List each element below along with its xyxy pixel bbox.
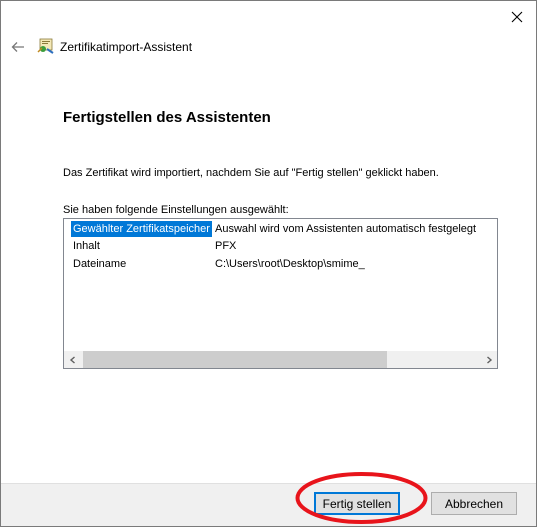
settings-listbox[interactable]: Gewählter Zertifikatspeicher Auswahl wir…: [63, 218, 498, 369]
finish-button[interactable]: Fertig stellen: [314, 492, 400, 515]
chevron-left-icon: [69, 355, 75, 364]
back-button[interactable]: [9, 38, 27, 56]
setting-value: PFX: [215, 240, 237, 252]
setting-value: C:\Users\root\Desktop\smime_: [215, 258, 365, 270]
close-button[interactable]: [506, 7, 528, 27]
cancel-button[interactable]: Abbrechen: [431, 492, 517, 515]
settings-label: Sie haben folgende Einstellungen ausgewä…: [63, 204, 289, 216]
page-heading: Fertigstellen des Assistenten: [63, 109, 271, 126]
back-arrow-icon: [11, 42, 24, 52]
setting-name: Dateiname: [73, 258, 127, 270]
close-icon: [511, 11, 523, 23]
setting-name: Inhalt: [73, 240, 100, 252]
horizontal-scrollbar[interactable]: [64, 351, 497, 368]
scroll-thumb[interactable]: [83, 351, 387, 368]
chevron-right-icon: [486, 355, 492, 364]
scroll-left-button[interactable]: [64, 351, 81, 368]
scroll-right-button[interactable]: [480, 351, 497, 368]
setting-name: Gewählter Zertifikatspeicher: [71, 221, 212, 237]
wizard-window: Zertifikatimport-Assistent Fertigstellen…: [0, 0, 537, 527]
certificate-wizard-icon: [37, 38, 54, 54]
setting-value: Auswahl wird vom Assistenten automatisch…: [215, 223, 477, 235]
window-title: Zertifikatimport-Assistent: [60, 40, 193, 54]
info-text: Das Zertifikat wird importiert, nachdem …: [63, 167, 439, 179]
